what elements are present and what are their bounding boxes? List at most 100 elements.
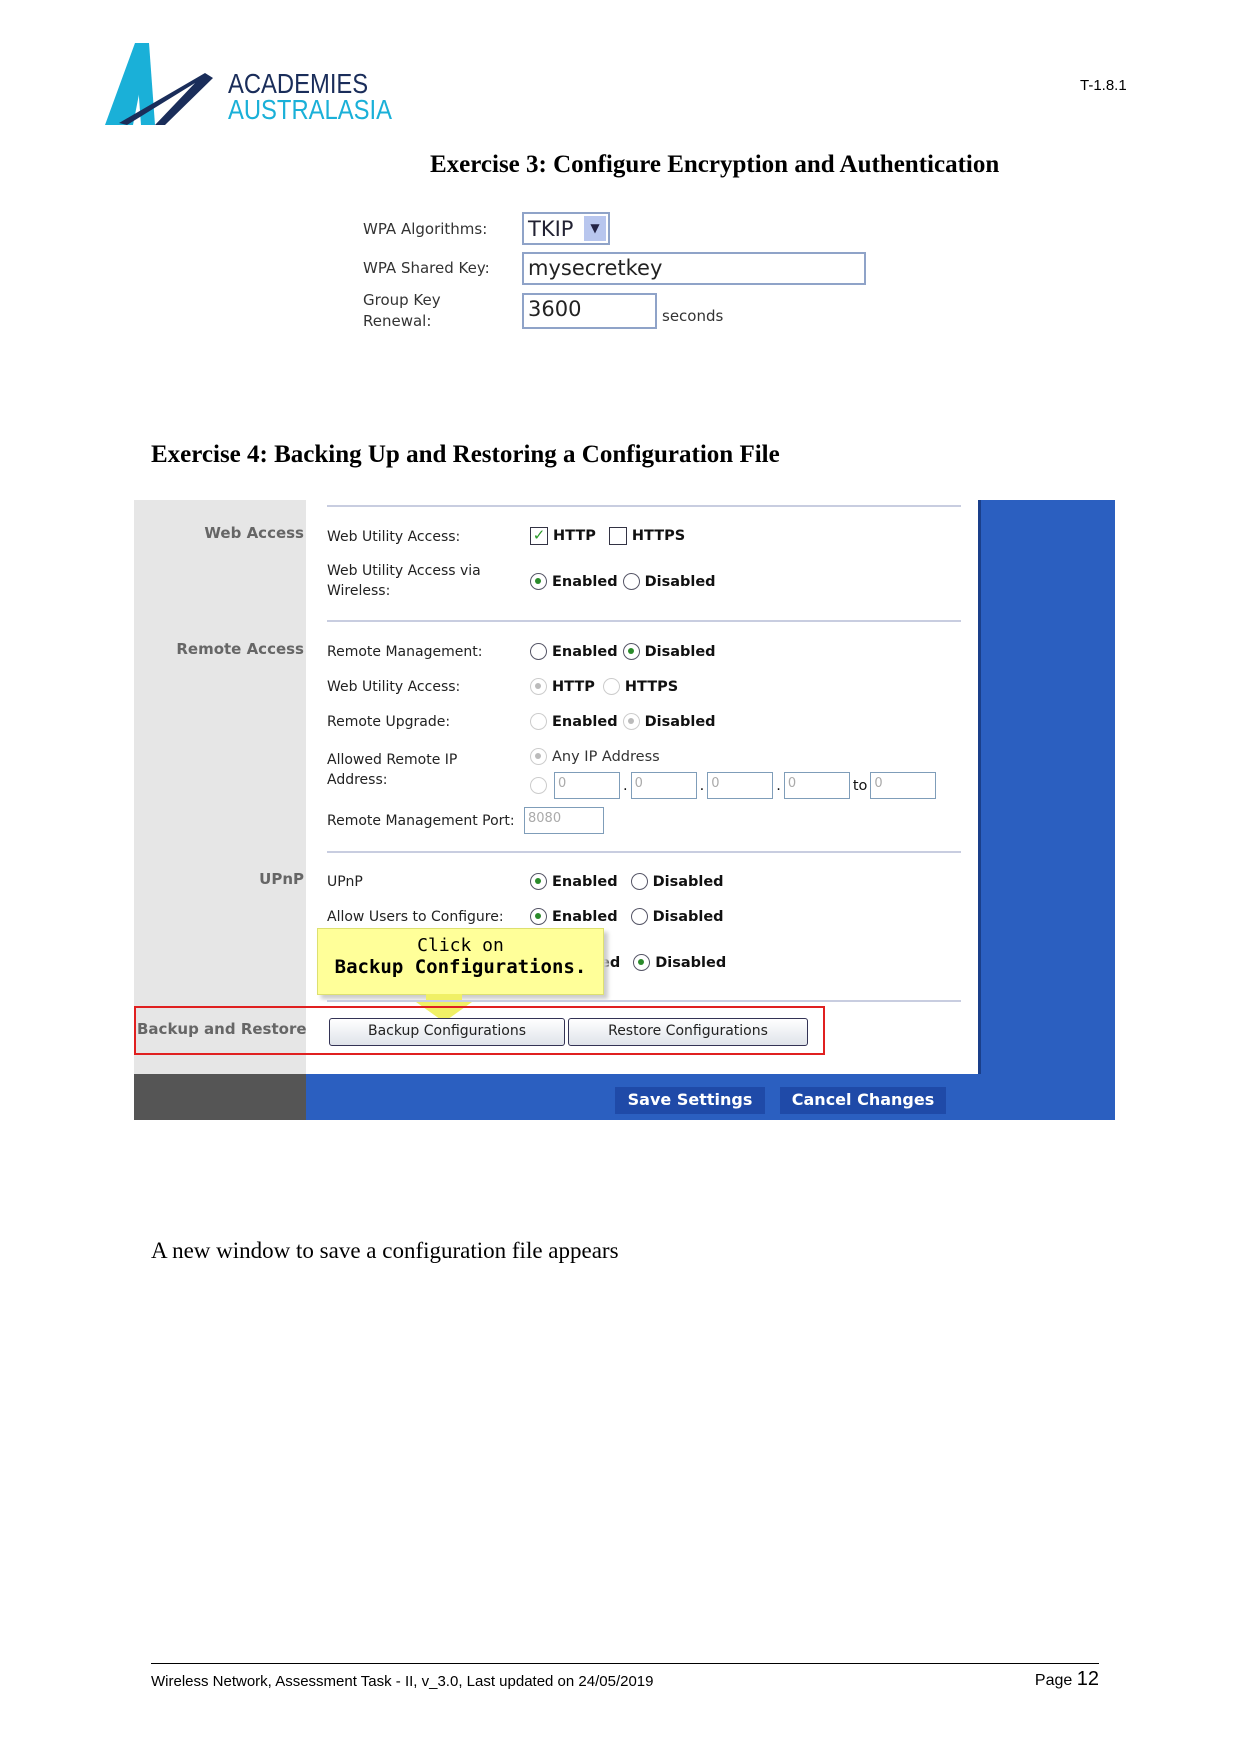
remote-upgrade-label: Remote Upgrade: [327,714,451,730]
disabled-label: Disabled [652,908,724,925]
remote-management-options: Enabled Disabled [530,643,716,660]
third-disabled-radio[interactable] [633,954,651,971]
remote-management-label: Remote Management: [327,644,483,660]
save-settings-button[interactable]: Save Settings [615,1087,765,1114]
wpa-algorithms-select[interactable]: TKIP ▼ [522,212,610,245]
remote-management-disabled-radio[interactable] [622,643,640,660]
disabled-label: Disabled [644,573,716,590]
web-wireless-enabled-radio[interactable] [530,573,547,590]
document-code: T-1.8.1 [1080,77,1127,94]
web-wireless-options: Enabled Disabled [530,573,716,590]
group-key-label-line1: Group Key [363,291,441,309]
allowed-ip-label: Allowed Remote IP Address: [327,750,457,790]
page-number: Page 12 [1035,1668,1099,1691]
https-label: HTTPS [631,528,686,544]
ip-range-radio[interactable] [530,777,547,794]
cancel-changes-button[interactable]: Cancel Changes [780,1087,946,1114]
logo-mark-icon [105,43,213,125]
third-upnp-options: ed Disabled [600,954,726,971]
ip-octet-4[interactable]: 0 [783,772,850,799]
page-label: Page [1034,1672,1073,1689]
web-wireless-label-line2: Wireless: [327,583,391,599]
enabled-label: Enabled [552,713,618,730]
ip-range-option: 0. 0. 0. 0 to 0 [530,772,937,799]
section-web-access: Web Access [204,524,304,542]
enabled-label: Enabled [552,643,618,660]
tooltip-callout: Click on Backup Configurations. [317,928,604,995]
panel-bottom-left [134,1074,306,1120]
page-number-value: 12 [1076,1668,1099,1690]
http-label: HTTP [552,678,595,695]
footer-rule [151,1663,1099,1664]
wpa-algorithms-label: WPA Algorithms: [363,220,488,238]
restore-configurations-button[interactable]: Restore Configurations [568,1018,808,1046]
mgmt-port-input[interactable]: 8080 [524,807,604,834]
http-checkbox[interactable]: ✓ [530,527,548,545]
ip-octet-2[interactable]: 0 [630,772,697,799]
ip-range-end[interactable]: 0 [870,772,937,799]
exercise3-title: Exercise 3: Configure Encryption and Aut… [430,151,1000,178]
chevron-down-icon: ▼ [584,216,606,241]
section-remote-access: Remote Access [176,640,304,658]
disabled-label: Disabled [644,643,716,660]
panel-sidebar [134,500,306,1074]
enabled-label: Enabled [552,873,618,890]
shared-key-input[interactable]: mysecretkey [522,252,866,285]
http-label: HTTP [553,528,596,544]
ip-octet-1[interactable]: 0 [554,772,620,799]
wpa-algorithms-value: TKIP [528,216,574,241]
body-text: A new window to save a configuration fil… [151,1238,619,1263]
web-utility-access-options: ✓ HTTP HTTPS [530,527,685,545]
remote-https-radio[interactable] [602,678,620,695]
group-key-input[interactable]: 3600 [522,293,657,329]
footer-text: Wireless Network, Assessment Task - II, … [151,1673,654,1690]
remote-management-enabled-radio[interactable] [530,643,547,660]
divider [327,505,961,507]
disabled-label: Disabled [644,713,716,730]
group-key-label-line2: Renewal: [363,312,432,330]
any-ip-option: Any IP Address [530,748,660,765]
remote-upgrade-enabled-radio[interactable] [530,713,547,730]
https-checkbox[interactable] [608,527,627,545]
https-label: HTTPS [624,678,679,695]
group-key-unit: seconds [662,307,724,325]
any-ip-radio[interactable] [530,748,547,765]
divider [327,1000,961,1002]
panel-right-band [978,500,1115,1120]
allow-config-label: Allow Users to Configure: [327,909,504,925]
ip-octet-3[interactable]: 0 [707,772,774,799]
disabled-label: Disabled [652,873,724,890]
allowed-ip-label-line1: Allowed Remote IP [327,752,458,768]
router-settings-panel: Web Access Web Utility Access: ✓ HTTP HT… [134,500,1115,1120]
remote-web-access-options: HTTP HTTPS [530,678,678,695]
web-wireless-disabled-radio[interactable] [622,573,640,590]
allow-config-enabled-radio[interactable] [530,908,547,925]
section-upnp: UPnP [259,870,304,888]
exercise4-title: Exercise 4: Backing Up and Restoring a C… [151,441,780,468]
divider [327,620,961,622]
allow-config-disabled-radio[interactable] [630,908,648,925]
tooltip-line2: Backup Configurations. [334,956,587,978]
upnp-enabled-radio[interactable] [530,873,547,890]
group-key-label: Group Key Renewal: [363,290,441,332]
to-label: to [852,777,868,794]
upnp-options: Enabled Disabled [530,873,724,890]
upnp-disabled-radio[interactable] [630,873,648,890]
web-utility-access-label: Web Utility Access: [327,529,461,545]
web-wireless-label: Web Utility Access via Wireless: [327,561,481,601]
shared-key-label: WPA Shared Key: [363,259,490,277]
web-wireless-label-line1: Web Utility Access via [327,563,481,579]
backup-configurations-button[interactable]: Backup Configurations [329,1018,565,1046]
logo-text-2: AUSTRALASIA [228,94,393,125]
remote-http-radio[interactable] [530,678,547,695]
allowed-ip-label-line2: Address: [327,772,388,788]
upnp-label: UPnP [327,874,363,890]
section-backup-restore: Backup and Restore [137,1020,307,1038]
divider [327,851,961,853]
tooltip-line1: Click on [417,935,504,956]
enabled-label: Enabled [552,573,618,590]
remote-upgrade-disabled-radio[interactable] [622,713,640,730]
mgmt-port-label: Remote Management Port: [327,813,515,829]
logo: ACADEMIES AUSTRALASIA [105,43,395,128]
allow-config-options: Enabled Disabled [530,908,724,925]
